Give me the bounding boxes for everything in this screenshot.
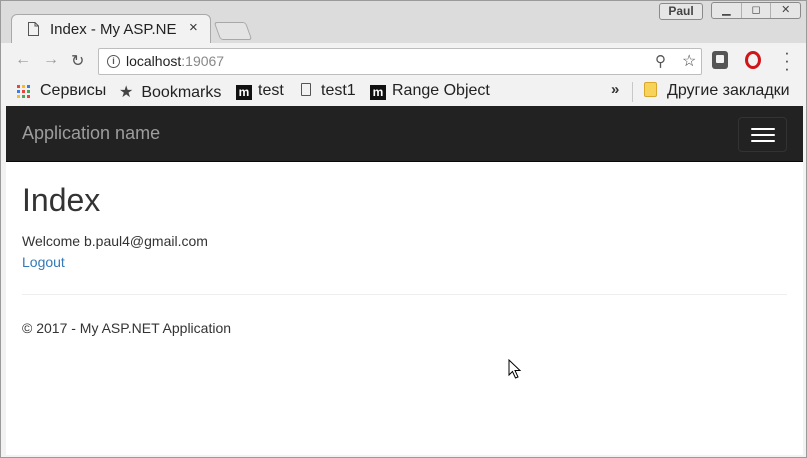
hamburger-icon-bar (751, 128, 775, 130)
bookmark-bookmarks[interactable]: ★ Bookmarks (119, 82, 221, 102)
tab-title: Index - My ASP.NE (50, 21, 177, 38)
bookmark-test[interactable]: m test (236, 82, 284, 100)
close-window-icon[interactable]: ✕ (771, 3, 800, 18)
bookmark-other[interactable]: Другие закладки (644, 82, 790, 100)
navbar-toggle-button[interactable] (738, 117, 787, 152)
window-controls: ▁ ◻ ✕ (711, 2, 801, 19)
profile-button[interactable]: Paul (659, 3, 703, 20)
back-arrow-icon[interactable]: ← (15, 51, 31, 69)
bookmarks-bar: Сервисы ★ Bookmarks m test test1 m Range Ob… (1, 79, 806, 105)
welcome-text: Welcome b.paul4@gmail.com (22, 233, 208, 249)
bookmark-star-icon[interactable]: ☆ (682, 51, 696, 71)
address-bar[interactable]: i localhost:19067 ⚲ ☆ (98, 48, 702, 75)
m-icon: m (370, 85, 386, 100)
minimize-icon[interactable]: ▁ (712, 3, 742, 18)
forward-arrow-icon[interactable]: → (43, 51, 59, 69)
tab-strip: Index - My ASP.NE × Paul ▁ ◻ ✕ (1, 1, 806, 44)
browser-tab-active[interactable]: Index - My ASP.NE × (11, 14, 211, 44)
footer-divider (22, 294, 787, 295)
browser-toolbar: ← → ↻ i localhost:19067 ⚲ ☆ · · · (1, 43, 806, 79)
page-viewport: Application name Index Welcome b.paul4@g… (6, 106, 803, 455)
page-icon (301, 83, 311, 96)
hamburger-icon-bar (751, 134, 775, 136)
bookmarks-divider (632, 82, 633, 102)
tab-close-icon[interactable]: × (189, 19, 198, 36)
bookmark-range-object[interactable]: m Range Object (370, 82, 490, 100)
footer-text: © 2017 - My ASP.NET Application (22, 320, 232, 336)
bookmarks-overflow-icon[interactable]: » (611, 81, 619, 98)
apps-grid-icon[interactable] (17, 85, 31, 99)
folder-icon (644, 82, 657, 97)
app-navbar: Application name (6, 106, 803, 162)
bookmark-apps[interactable]: Сервисы (40, 82, 106, 100)
m-icon: m (236, 85, 252, 100)
extension-icon[interactable] (712, 51, 728, 69)
logout-link[interactable]: Logout (22, 254, 65, 270)
bookmark-label: test1 (321, 82, 356, 99)
bookmark-label: Range Object (392, 82, 490, 99)
url-port: :19067 (181, 53, 225, 69)
bookmark-label: test (258, 82, 284, 99)
opera-icon[interactable] (745, 51, 761, 69)
page-icon (28, 22, 39, 36)
bookmark-label: Другие закладки (667, 82, 790, 99)
hamburger-icon-bar (751, 140, 775, 142)
bookmark-label: Bookmarks (141, 84, 222, 101)
menu-icon[interactable]: · · · (783, 44, 791, 77)
navbar-brand[interactable]: Application name (22, 123, 160, 144)
maximize-icon[interactable]: ◻ (742, 3, 772, 18)
star-icon: ★ (119, 84, 134, 101)
new-tab-button[interactable] (213, 22, 253, 40)
bookmark-test1[interactable]: test1 (301, 82, 356, 100)
mouse-cursor-icon (508, 359, 522, 379)
reload-icon[interactable]: ↻ (71, 51, 84, 71)
browser-window: Index - My ASP.NE × Paul ▁ ◻ ✕ ← → ↻ i l… (0, 0, 807, 458)
url-text[interactable]: localhost:19067 (126, 53, 224, 69)
zoom-icon[interactable]: ⚲ (655, 52, 666, 70)
page-title: Index (22, 182, 101, 218)
url-host: localhost (126, 53, 182, 69)
info-icon[interactable]: i (107, 55, 120, 68)
